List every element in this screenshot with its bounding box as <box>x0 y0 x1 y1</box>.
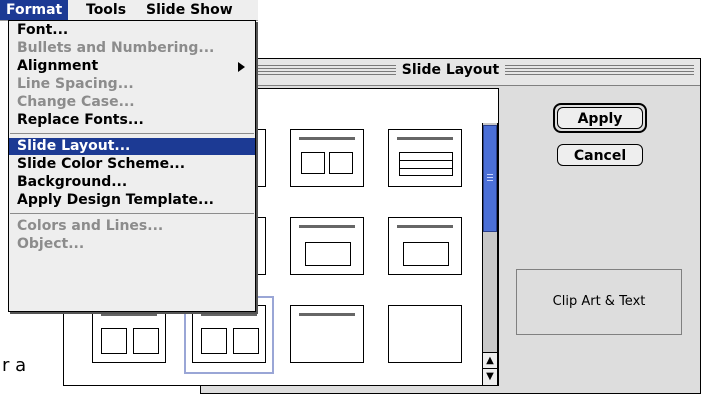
text-box-icon <box>233 328 259 354</box>
text-box-icon <box>329 152 353 174</box>
layout-thumb-table[interactable] <box>388 129 462 187</box>
layout-thumb-title-only[interactable] <box>290 305 364 363</box>
org-chart-icon <box>305 242 351 266</box>
layout-list-scrollbar[interactable]: ▲ ▼ <box>482 123 498 385</box>
apply-button[interactable]: Apply <box>557 107 643 129</box>
menu-item-change-case: Change Case... <box>17 94 135 110</box>
layout-thumb-text-clip-art[interactable] <box>92 305 166 363</box>
menu-separator <box>10 213 254 214</box>
menu-item-slide-color-scheme[interactable]: Slide Color Scheme... <box>9 156 255 173</box>
menu-tools[interactable]: Tools <box>80 0 132 20</box>
layout-thumb-org-chart[interactable] <box>290 217 364 275</box>
menu-item-background[interactable]: Background... <box>9 174 255 191</box>
layout-description: Clip Art & Text <box>516 269 682 335</box>
menu-item-font[interactable]: Font... <box>9 22 255 39</box>
layout-thumb-two-column-text[interactable] <box>290 129 364 187</box>
menu-separator <box>10 133 254 134</box>
bar-chart-icon <box>403 242 449 266</box>
layout-thumb-blank[interactable] <box>388 305 462 363</box>
scroll-down-arrow-icon[interactable]: ▼ <box>483 368 497 385</box>
menu-item-replace-fonts[interactable]: Replace Fonts... <box>9 112 255 129</box>
menu-item-slide-layout[interactable]: Slide Layout... <box>9 138 255 155</box>
table-icon <box>399 152 453 176</box>
dialog-title: Slide Layout <box>395 62 506 78</box>
menu-item-alignment-label: Alignment <box>17 58 99 74</box>
text-box-icon <box>301 152 325 174</box>
menu-item-object: Object... <box>17 236 85 252</box>
clip-art-icon <box>201 328 227 354</box>
clip-art-icon <box>133 328 159 354</box>
scroll-thumb[interactable] <box>483 125 497 232</box>
menu-format[interactable]: Format <box>0 0 69 20</box>
format-menu-dropdown: Font... Bullets and Numbering... Alignme… <box>8 20 256 312</box>
menu-item-bullets-and-numbering: Bullets and Numbering... <box>17 40 215 56</box>
background-text-fragment: r a <box>2 355 27 376</box>
menu-bar: Format Tools Slide Show <box>0 0 258 21</box>
menu-item-line-spacing: Line Spacing... <box>17 76 134 92</box>
scroll-up-arrow-icon[interactable]: ▲ <box>483 352 497 369</box>
menu-item-colors-and-lines: Colors and Lines... <box>17 218 164 234</box>
cancel-button[interactable]: Cancel <box>557 144 643 166</box>
layout-thumb-clip-art-text[interactable] <box>192 305 266 363</box>
menu-slide-show[interactable]: Slide Show <box>140 0 239 20</box>
dialog-titlebar[interactable]: Slide Layout <box>201 59 700 86</box>
menu-item-alignment[interactable]: Alignment <box>9 58 255 75</box>
text-box-icon <box>101 328 127 354</box>
submenu-arrow-icon <box>238 62 245 72</box>
menu-item-apply-design-template[interactable]: Apply Design Template... <box>9 192 255 209</box>
layout-thumb-chart[interactable] <box>388 217 462 275</box>
